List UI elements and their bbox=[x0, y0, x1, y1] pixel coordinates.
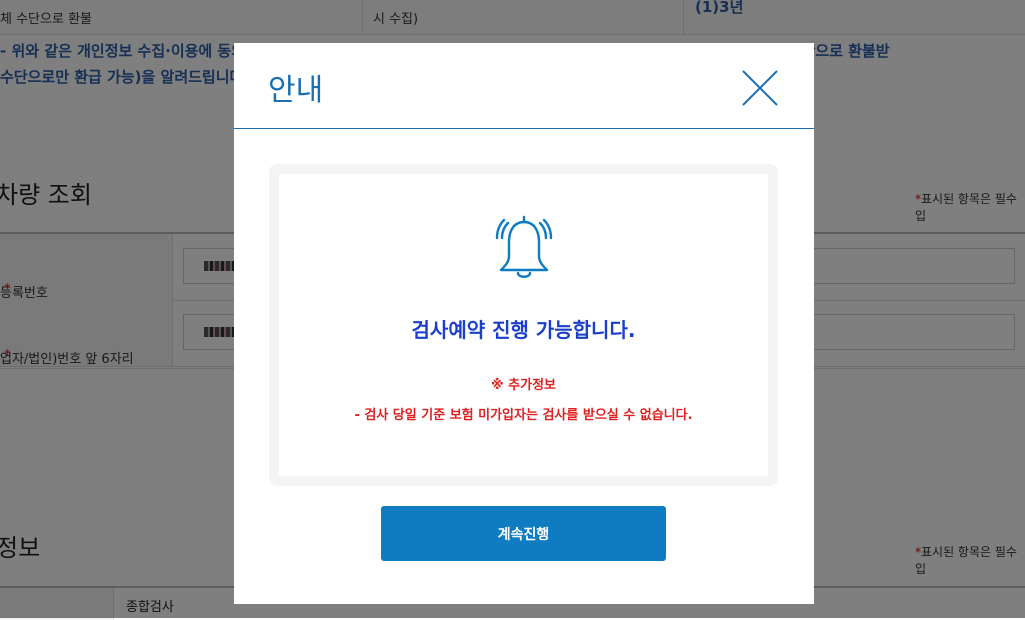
info-box: 검사예약 진행 가능합니다. ※ 추가정보 - 검사 당일 기준 보험 미가입자… bbox=[269, 164, 778, 486]
modal-header: 안내 bbox=[234, 43, 814, 129]
info-modal: 안내 검사예약 진행 가능합니다. ※ 추가정보 - 검사 당일 기준 보험 미… bbox=[234, 43, 814, 604]
modal-title: 안내 bbox=[268, 73, 324, 108]
main-message: 검사예약 진행 가능합니다. bbox=[411, 318, 636, 342]
extra-info-title: ※ 추가정보 bbox=[490, 378, 556, 393]
bell-icon bbox=[495, 215, 553, 278]
info-box-inner: 검사예약 진행 가능합니다. ※ 추가정보 - 검사 당일 기준 보험 미가입자… bbox=[279, 174, 768, 476]
extra-info-description: - 검사 당일 기준 보험 미가입자는 검사를 받으실 수 없습니다. bbox=[354, 408, 693, 423]
close-button[interactable] bbox=[740, 68, 780, 108]
close-icon bbox=[742, 70, 778, 106]
continue-button[interactable]: 계속진행 bbox=[381, 506, 666, 561]
